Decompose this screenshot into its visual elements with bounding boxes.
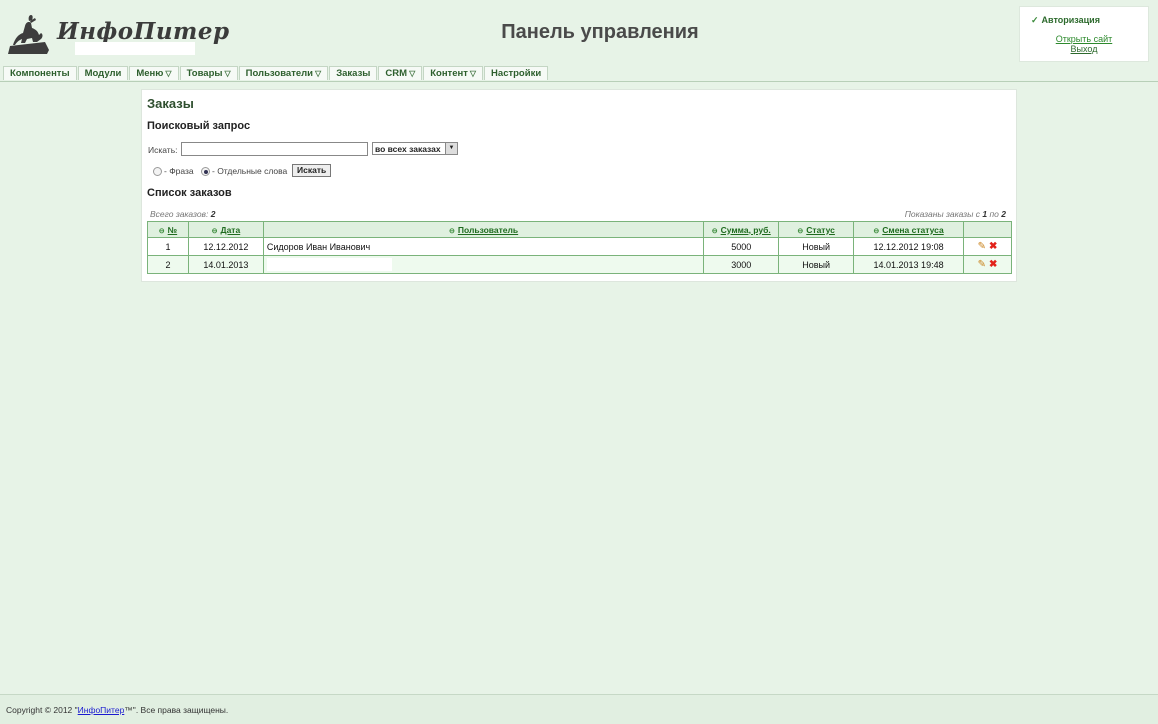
- logout-link[interactable]: Выход: [1020, 44, 1148, 54]
- cell-actions: ✎ ✖: [963, 255, 1012, 274]
- cell-user: [262, 255, 705, 274]
- table-row: 1 12.12.2012 Сидоров Иван Иванович 5000 …: [147, 237, 1012, 256]
- cell-sum: 3000: [703, 255, 780, 274]
- dropdown-triangle-icon: ▽: [165, 69, 172, 78]
- column-header-status-change[interactable]: ⊖ Смена статуса: [853, 221, 964, 238]
- shown-mid: по: [989, 209, 999, 219]
- sort-icon: ⊖: [873, 227, 880, 235]
- top-menu-bar: Компоненты Модули Меню ▽ Товары ▽ Пользователи…: [0, 66, 1158, 82]
- menu-item-1[interactable]: Компоненты: [3, 66, 77, 80]
- radio-phrase-label: - Фраза: [164, 166, 194, 176]
- copyright-prefix: Copyright © 2012 ": [6, 705, 78, 715]
- menu-item-3[interactable]: Меню ▽: [129, 66, 179, 80]
- sort-icon: ⊖: [158, 227, 165, 235]
- cell-status-change: 14.01.2013 19:48: [853, 255, 964, 274]
- cell-status: Новый: [778, 255, 855, 274]
- menu-item-2[interactable]: Модули: [77, 66, 129, 80]
- dropdown-triangle-icon: ▽: [315, 69, 322, 78]
- cell-sum: 5000: [703, 237, 780, 256]
- cell-user-value: [266, 258, 392, 271]
- orders-table: ⊖ № ⊖ Дата ⊖ Пользователь ⊖ Сумма, руб. ⊖ Ста…: [147, 221, 1012, 274]
- brand-link[interactable]: ИнфоПитер: [78, 705, 125, 715]
- menu-item-label: Компоненты: [10, 68, 70, 79]
- auth-title: ✓ Авторизация: [1031, 15, 1100, 26]
- column-header-user[interactable]: ⊖ Пользователь: [262, 221, 705, 238]
- menu-item-label: Меню: [136, 68, 164, 79]
- cell-user: Сидоров Иван Иванович: [262, 237, 705, 256]
- cell-number: 2: [147, 255, 189, 274]
- copyright-suffix: ™". Все права защищены.: [124, 705, 229, 715]
- radio-phrase[interactable]: [153, 167, 162, 176]
- orders-total-label: Всего заказов:: [150, 209, 209, 219]
- search-label: Искать:: [148, 145, 178, 155]
- checkmark-icon: ✓: [1031, 15, 1039, 25]
- search-scope-select[interactable]: во всех заказах ▼: [372, 142, 458, 155]
- menu-item-9[interactable]: Настройки: [484, 66, 549, 80]
- edit-pencil-icon[interactable]: ✎: [978, 241, 986, 252]
- menu-item-8[interactable]: Контент ▽: [423, 66, 484, 80]
- radio-separate-words[interactable]: [201, 167, 210, 176]
- orders-panel: Заказы Поисковый запрос Искать: во всех …: [141, 89, 1017, 282]
- delete-x-icon[interactable]: ✖: [989, 259, 997, 270]
- dropdown-triangle-icon: ▽: [409, 69, 416, 78]
- open-site-link[interactable]: Открыть сайт: [1020, 34, 1148, 44]
- cell-status: Новый: [778, 237, 855, 256]
- delete-x-icon[interactable]: ✖: [989, 241, 997, 252]
- shown-from: 1: [982, 209, 988, 219]
- orders-shown-range: Показаны заказы с 1 по 2: [905, 209, 1006, 219]
- sort-icon: ⊖: [797, 227, 804, 235]
- search-heading: Поисковый запрос: [147, 120, 251, 132]
- dropdown-triangle-icon: ▽: [224, 69, 231, 78]
- sort-icon: ⊖: [711, 227, 718, 235]
- top-menu: Компоненты Модули Меню ▽ Товары ▽ Пользователи…: [3, 66, 549, 80]
- cell-number: 1: [147, 237, 189, 256]
- menu-item-label: Товары: [186, 68, 223, 79]
- column-header-actions: [963, 221, 1012, 238]
- menu-item-label: CRM: [385, 68, 408, 79]
- menu-item-5[interactable]: Пользователи ▽: [238, 66, 329, 80]
- header: ИнфоПитер Панель управления ✓ Авторизация…: [0, 0, 1158, 66]
- orders-list-heading: Список заказов: [147, 187, 232, 199]
- dropdown-triangle-icon: ▽: [469, 69, 477, 78]
- menu-item-label: Пользователи: [245, 68, 314, 79]
- shown-prefix: Показаны заказы с: [904, 209, 980, 219]
- menu-item-4[interactable]: Товары ▽: [179, 66, 238, 80]
- shown-to: 2: [1001, 209, 1006, 219]
- cell-date: 12.12.2012: [187, 237, 264, 256]
- table-header-row: ⊖ № ⊖ Дата ⊖ Пользователь ⊖ Сумма, руб. ⊖ Ста…: [147, 221, 1012, 238]
- footer: Copyright © 2012 "ИнфоПитер™". Все права…: [0, 694, 1158, 724]
- search-button[interactable]: Искать: [292, 164, 332, 177]
- orders-total-count: 2: [210, 209, 216, 219]
- sort-icon: ⊖: [211, 227, 218, 235]
- menu-item-label: Контент: [430, 68, 468, 79]
- radio-separate-words-label: - Отдельные слова: [212, 166, 288, 176]
- orders-heading: Заказы: [147, 96, 194, 111]
- column-header-status[interactable]: ⊖ Статус: [778, 221, 855, 238]
- table-row: 2 14.01.2013 3000 Новый 14.01.2013 19:48…: [147, 255, 1012, 274]
- column-header-date[interactable]: ⊖ Дата: [187, 221, 264, 238]
- menu-item-7[interactable]: CRM ▽: [378, 66, 423, 80]
- search-scope-value: во всех заказах: [375, 144, 441, 154]
- column-header-number[interactable]: ⊖ №: [147, 221, 189, 238]
- edit-pencil-icon[interactable]: ✎: [978, 259, 986, 270]
- menu-item-label: Модули: [84, 68, 122, 79]
- auth-title-label: Авторизация: [1041, 15, 1100, 25]
- column-header-sum[interactable]: ⊖ Сумма, руб.: [703, 221, 780, 238]
- sort-icon: ⊖: [449, 227, 455, 235]
- menu-item-label: Настройки: [491, 68, 542, 79]
- cell-actions: ✎ ✖: [963, 237, 1012, 256]
- page-title: Панель управления: [501, 21, 699, 43]
- search-input[interactable]: [181, 142, 368, 156]
- menu-item-label: Заказы: [336, 68, 371, 79]
- chevron-down-icon[interactable]: ▼: [445, 143, 457, 154]
- copyright: Copyright © 2012 "ИнфоПитер™". Все права…: [6, 705, 228, 715]
- auth-box: ✓ Авторизация Открыть сайт Выход: [1019, 6, 1149, 62]
- cell-date: 14.01.2013: [187, 255, 264, 274]
- orders-total: Всего заказов: 2: [150, 209, 215, 219]
- menu-item-6[interactable]: Заказы: [329, 66, 378, 80]
- cell-status-change: 12.12.2012 19:08: [853, 237, 964, 256]
